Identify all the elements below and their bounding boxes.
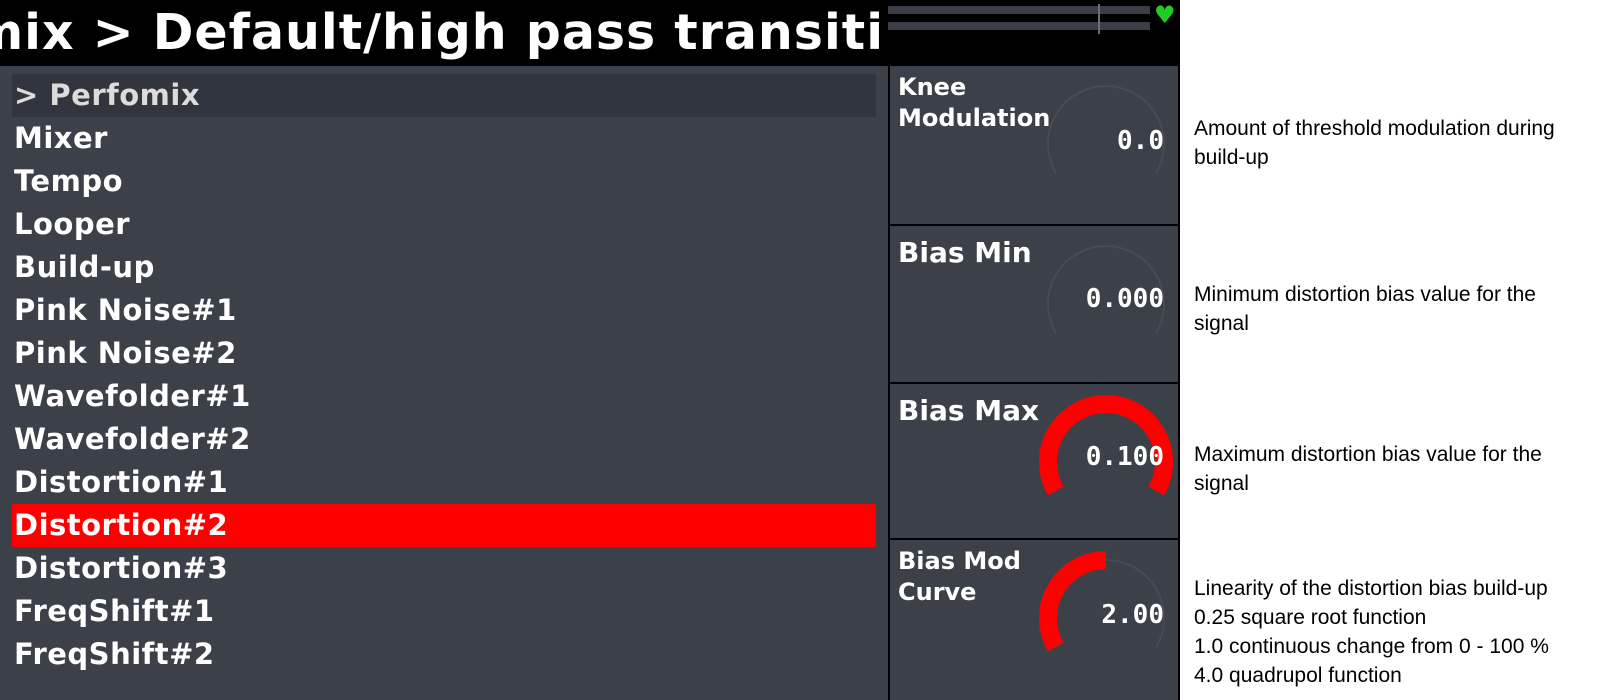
- menu-item-pink-noise-1[interactable]: Pink Noise#1: [12, 289, 876, 332]
- status-meter-bar-1: [888, 6, 1150, 14]
- param-knee-modulation[interactable]: Knee Modulation 0.0: [890, 66, 1178, 224]
- menu-item-looper[interactable]: Looper: [12, 203, 876, 246]
- menu-item-freqshift-1[interactable]: FreqShift#1: [12, 590, 876, 633]
- status-meter-bar-2: [888, 22, 1150, 30]
- parameter-panel: Knee Modulation 0.0 Bias Min 0.000 Bias …: [890, 66, 1180, 700]
- description-line: signal: [1194, 312, 1249, 335]
- param-value: 0.000: [1085, 284, 1164, 314]
- menu-item-freqshift-2[interactable]: FreqShift#2: [12, 633, 876, 676]
- module-menu: > Perfomix Mixer Tempo Looper Build-up P…: [0, 66, 888, 700]
- param-bias-mod-curve[interactable]: Bias Mod Curve 2.00: [890, 540, 1178, 700]
- status-meter-marker: [1098, 4, 1100, 34]
- description-line: 1.0 continuous change from 0 - 100 %: [1194, 635, 1549, 658]
- description-line: 4.0 quadrupol function: [1194, 664, 1402, 687]
- synth-device-screen: omix > Default/high pass transiti ♥ > Pe…: [0, 0, 1180, 700]
- param-value: 0.100: [1085, 442, 1164, 472]
- menu-item-pink-noise-2[interactable]: Pink Noise#2: [12, 332, 876, 375]
- description-line: signal: [1194, 472, 1249, 495]
- heart-icon: ♥: [1154, 1, 1176, 29]
- menu-item-wavefolder-2[interactable]: Wavefolder#2: [12, 418, 876, 461]
- param-value: 0.0: [1117, 126, 1164, 156]
- knob-arc: [1039, 551, 1107, 652]
- title-bar: omix > Default/high pass transiti: [0, 0, 888, 66]
- description-line: build-up: [1194, 146, 1269, 169]
- param-bias-max[interactable]: Bias Max 0.100: [890, 384, 1178, 538]
- description-line: Minimum distortion bias value for the: [1194, 283, 1536, 306]
- description-line: Linearity of the distortion bias build-u…: [1194, 577, 1548, 600]
- description-line: 0.25 square root function: [1194, 606, 1427, 629]
- param-bias-min[interactable]: Bias Min 0.000: [890, 226, 1178, 382]
- menu-item-wavefolder-1[interactable]: Wavefolder#1: [12, 375, 876, 418]
- param-description-bias-mod-curve: Linearity of the distortion bias build-u…: [1194, 574, 1604, 690]
- param-value: 2.00: [1101, 600, 1164, 630]
- menu-item-build-up[interactable]: Build-up: [12, 246, 876, 289]
- description-line: Maximum distortion bias value for the: [1194, 443, 1542, 466]
- menu-item-tempo[interactable]: Tempo: [12, 160, 876, 203]
- param-description-knee-modulation: Amount of threshold modulation during bu…: [1194, 114, 1604, 172]
- param-description-bias-min: Minimum distortion bias value for the si…: [1194, 280, 1604, 338]
- status-meter: [888, 4, 1150, 34]
- page-title: omix > Default/high pass transiti: [0, 4, 884, 61]
- description-line: Amount of threshold modulation during: [1194, 117, 1555, 140]
- menu-item-mixer[interactable]: Mixer: [12, 117, 876, 160]
- param-description-bias-max: Maximum distortion bias value for the si…: [1194, 440, 1604, 498]
- menu-item-distortion-3[interactable]: Distortion#3: [12, 547, 876, 590]
- menu-item-perfomix[interactable]: > Perfomix: [12, 74, 876, 117]
- menu-item-distortion-2[interactable]: Distortion#2: [12, 504, 876, 547]
- menu-item-distortion-1[interactable]: Distortion#1: [12, 461, 876, 504]
